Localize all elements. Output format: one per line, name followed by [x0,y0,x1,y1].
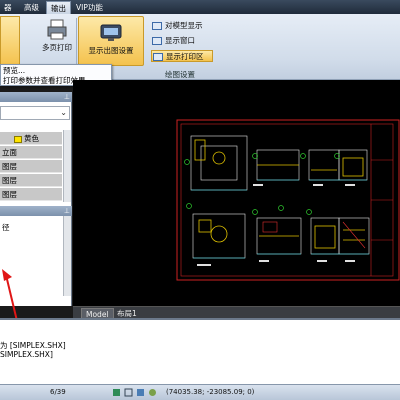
path-label: 径 [2,223,10,232]
monitor-icon [100,24,122,41]
printer-icon [47,19,67,40]
checkbox-icon [152,22,162,30]
show-window-label: 显示窗口 [165,36,195,45]
tab-tools[interactable]: 器 [0,1,16,14]
list-item[interactable]: 立面 [0,146,62,159]
polar-icon[interactable] [148,388,157,397]
panel-header: ⊥ [0,206,72,216]
model-display-button[interactable]: 对模型显示 [151,20,213,32]
show-layout-settings-label: 显示出图设置 [88,46,134,55]
list-item[interactable]: 图层 [0,160,62,173]
list-item[interactable]: 图层 [0,188,62,201]
tab-advanced[interactable]: 高级 [20,1,43,14]
show-layout-settings-button[interactable]: 显示出图设置 [78,16,144,66]
multipage-print-label: 多页打印 [42,43,72,52]
show-print-area-label: 显示打印区 [166,52,204,61]
show-window-button[interactable]: 显示窗口 [151,35,213,47]
tab-vip[interactable]: VIP功能 [72,1,107,14]
window-icon [152,37,162,45]
command-history-line: SIMPLEX.SHX] [0,350,53,359]
left-properties-panel: ⊥ ⌄ 黄色 立面 图层 图层 图层 ⊥ 径 [0,92,72,393]
status-bar: 6/39 (74035.38; -23085.09; 0) [0,384,400,400]
command-line-area[interactable]: 为 [SIMPLEX.SHX] SIMPLEX.SHX] [0,318,400,384]
show-print-area-button[interactable]: 显示打印区 [151,50,213,62]
list-item[interactable]: 图层 [0,174,62,187]
ortho-icon[interactable] [136,388,145,397]
pin-icon[interactable]: ⊥ [64,93,70,101]
snap-icon[interactable] [112,388,121,397]
scrollbar[interactable] [63,216,71,296]
drawing-canvas[interactable] [73,80,400,306]
layout-tab-bar: Model 布局1 [73,306,400,319]
coordinate-readout: (74035.38; -23085.09; 0) [166,388,255,396]
scrollbar[interactable] [63,130,71,202]
panel-header: ⊥ [0,92,72,102]
tab-output[interactable]: 输出 [46,1,71,14]
menu-item-preview[interactable]: 预览... [3,66,25,76]
model-display-label: 对模型显示 [165,21,203,30]
multipage-print-button[interactable]: 多页打印 [37,18,77,66]
pin-icon[interactable]: ⊥ [64,207,70,215]
print-preview-button[interactable] [0,16,20,66]
list-item[interactable]: 黄色 [0,132,62,145]
color-swatch-icon [14,135,22,143]
print-area-icon [153,53,163,61]
ribbon-tab-bar: 器 高级 输出 VIP功能 [0,0,400,14]
ribbon-group-label: 绘图设置 [165,70,195,79]
layer-dropdown[interactable]: ⌄ [0,106,70,120]
cad-drawing [176,119,400,281]
chevron-down-icon: ⌄ [60,108,67,117]
page-indicator: 6/39 [50,388,66,396]
grid-icon[interactable] [124,388,133,397]
